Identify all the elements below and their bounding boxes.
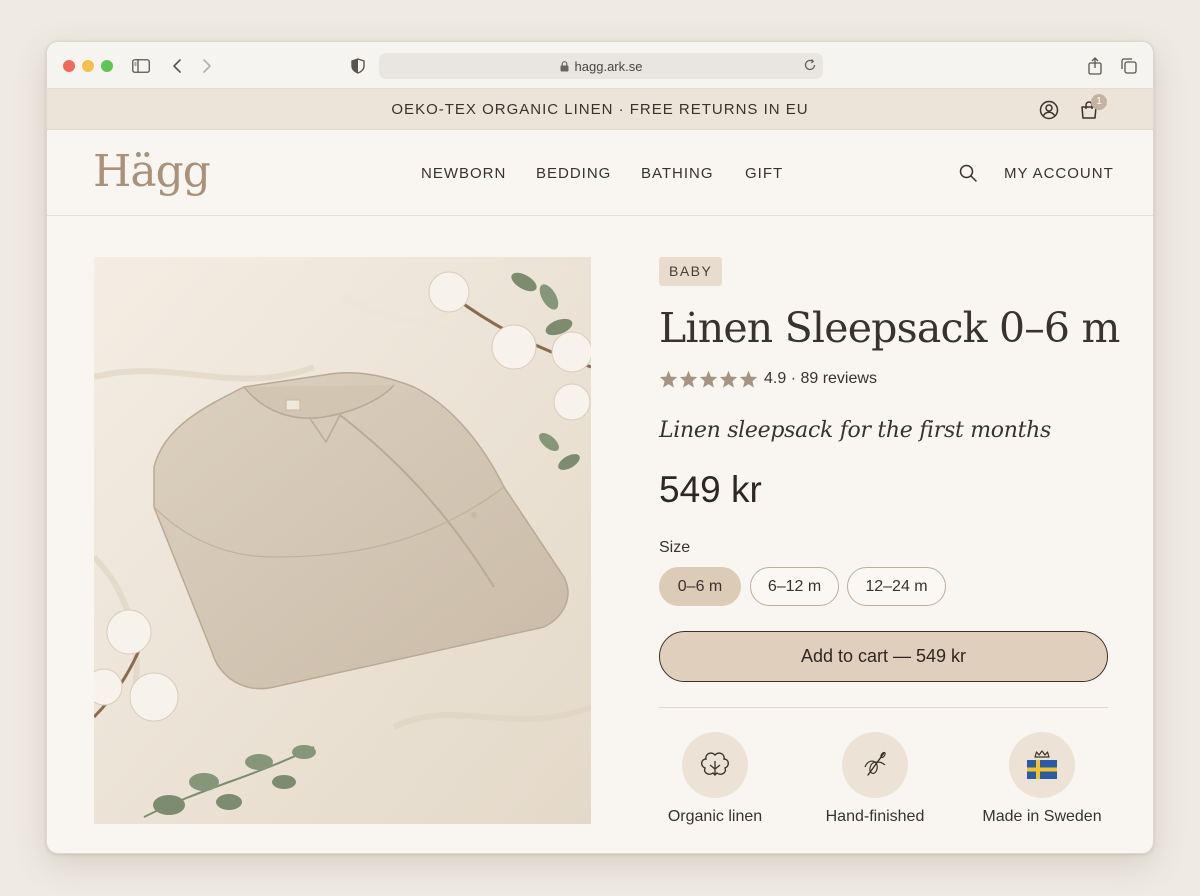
url-text: hagg.ark.se — [574, 58, 643, 74]
user-icon[interactable] — [1038, 99, 1060, 121]
address-bar[interactable]: hagg.ark.se — [379, 53, 823, 79]
feature-made-in-sweden: Made in Sweden — [962, 732, 1122, 826]
feature-label: Made in Sweden — [982, 808, 1102, 825]
add-to-cart-button[interactable]: Add to cart — 549 kr — [659, 631, 1108, 682]
size-label: Size — [659, 539, 691, 556]
category-badge: BABY — [659, 257, 723, 286]
star-icon — [699, 370, 718, 388]
product-title: Linen Sleepsack 0–6 m — [659, 304, 1120, 352]
rating-text: 4.9 · 89 reviews — [764, 370, 877, 387]
shield-icon[interactable] — [348, 56, 368, 76]
minimize-window-button[interactable] — [82, 60, 94, 72]
brand-logo[interactable]: Hägg — [93, 146, 211, 197]
chevron-right-icon[interactable] — [197, 56, 217, 76]
site-header: Hägg NEWBORN BEDDING BATHING GIFT MY ACC… — [47, 130, 1153, 216]
size-option-0-6m[interactable]: 0–6 m — [659, 567, 741, 606]
tabs-icon[interactable] — [1119, 56, 1139, 76]
cotton-icon — [682, 732, 748, 798]
share-icon[interactable] — [1085, 56, 1105, 76]
announcement-bar: OEKO-TEX ORGANIC LINEN · FREE RETURNS IN… — [47, 89, 1153, 130]
divider — [659, 707, 1108, 708]
sweden-flag-icon — [1009, 732, 1075, 798]
product-image[interactable] — [94, 257, 591, 824]
zoom-window-button[interactable] — [101, 60, 113, 72]
lock-icon — [560, 60, 569, 72]
feature-organic-linen: Organic linen — [635, 732, 795, 826]
browser-toolbar: hagg.ark.se — [47, 42, 1153, 89]
size-option-6-12m[interactable]: 6–12 m — [750, 567, 839, 606]
star-icon — [679, 370, 698, 388]
reload-icon[interactable] — [803, 58, 817, 72]
nav-bathing[interactable]: BATHING — [641, 165, 714, 182]
star-rating — [659, 370, 758, 388]
browser-window: hagg.ark.se OEKO-TEX ORGANIC LINEN · FRE… — [46, 41, 1154, 854]
star-icon — [719, 370, 738, 388]
rating[interactable]: 4.9 · 89 reviews — [659, 370, 877, 388]
nav-newborn[interactable]: NEWBORN — [421, 165, 506, 182]
product-price: 549 kr — [659, 469, 762, 510]
announcement-text: OEKO-TEX ORGANIC LINEN · FREE RETURNS IN… — [391, 101, 809, 118]
star-icon — [739, 370, 758, 388]
feature-hand-finished: Hand-finished — [795, 732, 955, 826]
close-window-button[interactable] — [63, 60, 75, 72]
needle-icon — [842, 732, 908, 798]
chevron-left-icon[interactable] — [167, 56, 187, 76]
nav-gift[interactable]: GIFT — [745, 165, 783, 182]
my-account-link[interactable]: MY ACCOUNT — [1004, 165, 1114, 182]
feature-label: Organic linen — [667, 808, 763, 825]
product-subtitle: Linen sleepsack for the first months — [659, 418, 1052, 443]
search-icon[interactable] — [958, 163, 978, 188]
nav-bedding[interactable]: BEDDING — [536, 165, 611, 182]
cart-count-badge: 1 — [1091, 94, 1107, 110]
sidebar-icon[interactable] — [131, 56, 151, 76]
size-option-12-24m[interactable]: 12–24 m — [847, 567, 946, 606]
feature-label: Hand-finished — [825, 808, 925, 825]
star-icon — [659, 370, 678, 388]
